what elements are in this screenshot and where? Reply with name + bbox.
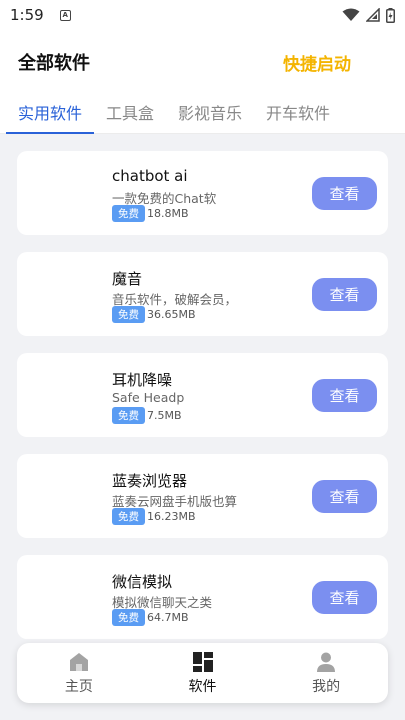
app-card[interactable]: 微信模拟 模拟微信聊天之类 免费 64.7MB 查看 <box>17 555 388 639</box>
nav-home[interactable]: 主页 <box>17 643 141 703</box>
signal-icon <box>366 8 380 22</box>
app-card[interactable]: 蓝奏浏览器 蓝奏云网盘手机版也算 免费 16.23MB 查看 <box>17 454 388 538</box>
tab-driving-software[interactable]: 开车软件 <box>254 96 342 133</box>
free-badge: 免费 <box>112 205 145 222</box>
status-time: 1:59 <box>10 6 44 24</box>
page-title: 全部软件 <box>18 53 90 74</box>
tab-video-music[interactable]: 影视音乐 <box>166 96 254 133</box>
app-card[interactable]: chatbot ai 一款免费的Chat软 免费 18.8MB 查看 <box>17 151 388 235</box>
app-size: 16.23MB <box>147 510 196 523</box>
view-button[interactable]: 查看 <box>312 177 377 210</box>
status-icons <box>342 7 395 23</box>
app-name: 蓝奏浏览器 <box>112 472 188 490</box>
app-size: 36.65MB <box>147 308 196 321</box>
tab-toolbox[interactable]: 工具盒 <box>94 96 166 133</box>
bottom-navigation: 主页 软件 我的 <box>17 643 388 703</box>
quick-launch-button[interactable]: 快捷启动 <box>283 50 351 75</box>
app-description: Safe Headp <box>112 390 185 405</box>
battery-icon <box>386 7 395 23</box>
nav-software-label: 软件 <box>188 679 217 695</box>
app-size: 64.7MB <box>147 611 189 624</box>
person-icon <box>317 652 336 672</box>
view-button[interactable]: 查看 <box>312 581 377 614</box>
app-meta: 免费 18.8MB <box>112 205 189 222</box>
app-name: 耳机降噪 <box>112 371 173 389</box>
app-name: 魔音 <box>112 270 143 288</box>
app-meta: 免费 16.23MB <box>112 508 196 525</box>
app-card[interactable]: 魔音 音乐软件，破解会员， 免费 36.65MB 查看 <box>17 252 388 336</box>
nav-home-label: 主页 <box>64 679 93 695</box>
app-size: 7.5MB <box>147 409 182 422</box>
accessibility-a-icon: A <box>59 9 71 21</box>
nav-mine-label: 我的 <box>312 679 341 695</box>
wifi-icon <box>342 8 360 21</box>
app-name: 微信模拟 <box>112 573 173 591</box>
nav-software[interactable]: 软件 <box>141 643 265 703</box>
free-badge: 免费 <box>112 407 145 424</box>
status-bar: 1:59 A <box>0 0 405 30</box>
free-badge: 免费 <box>112 609 145 626</box>
free-badge: 免费 <box>112 306 145 323</box>
nav-mine[interactable]: 我的 <box>264 643 388 703</box>
home-icon <box>69 653 88 671</box>
app-list: chatbot ai 一款免费的Chat软 免费 18.8MB 查看 魔音 音乐… <box>0 134 405 720</box>
tab-practical-software[interactable]: 实用软件 <box>6 96 95 134</box>
app-size: 18.8MB <box>147 207 189 220</box>
free-badge: 免费 <box>112 508 145 525</box>
category-tabs: 实用软件 工具盒 影视音乐 开车软件 <box>0 96 405 134</box>
app-meta: 免费 64.7MB <box>112 609 189 626</box>
view-button[interactable]: 查看 <box>312 379 377 412</box>
header: 全部软件 快捷启动 <box>0 40 405 84</box>
app-meta: 免费 7.5MB <box>112 407 182 424</box>
app-name: chatbot ai <box>112 167 188 185</box>
app-meta: 免费 36.65MB <box>112 306 196 323</box>
view-button[interactable]: 查看 <box>312 480 377 513</box>
view-button[interactable]: 查看 <box>312 278 377 311</box>
app-card[interactable]: 耳机降噪 Safe Headp 免费 7.5MB 查看 <box>17 353 388 437</box>
apps-grid-icon <box>192 652 213 672</box>
